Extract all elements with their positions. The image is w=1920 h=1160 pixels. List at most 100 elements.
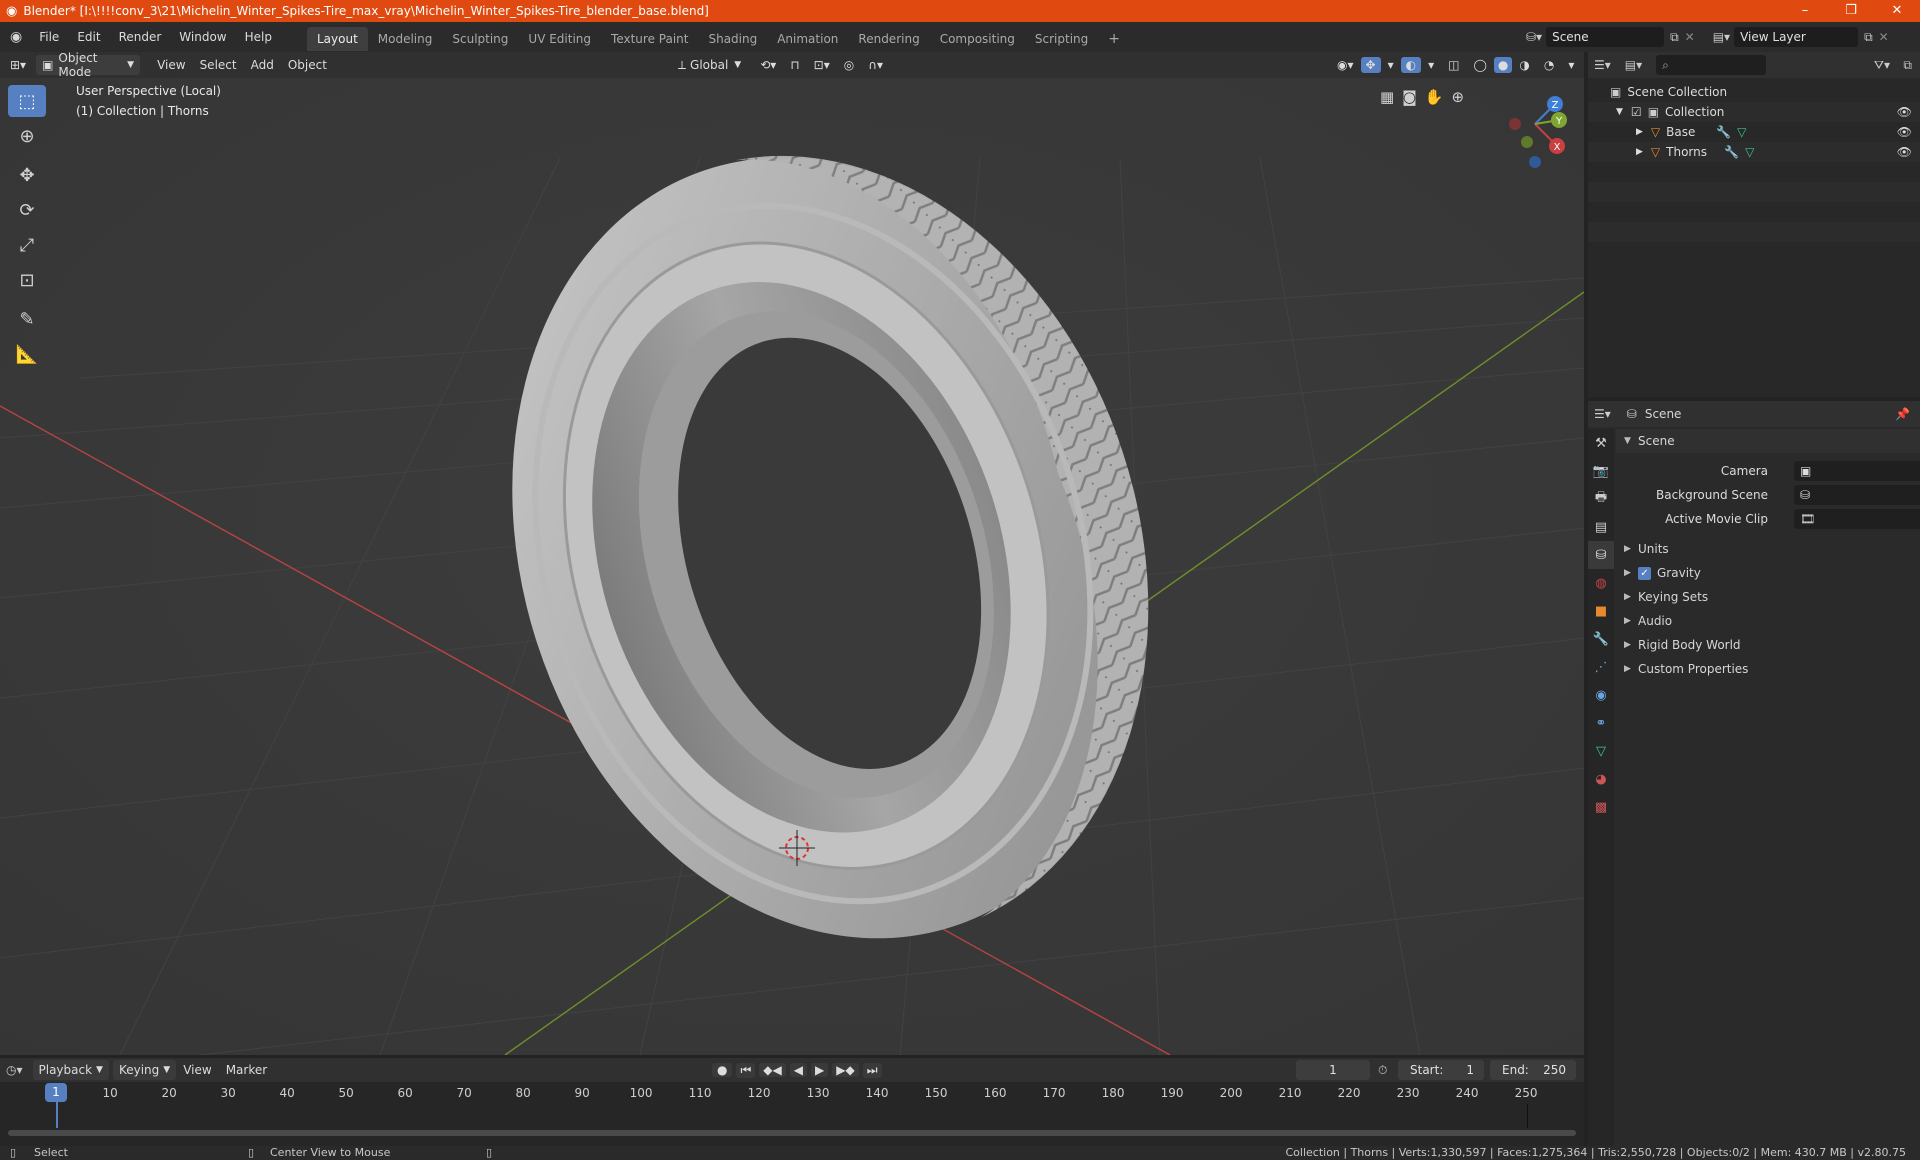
end-frame-field[interactable]: End: 250	[1490, 1060, 1576, 1080]
pin-icon[interactable]: 📌	[1895, 407, 1910, 421]
xray-icon[interactable]: ◫	[1441, 58, 1466, 72]
properties-editor-type-icon[interactable]: ☰▾	[1594, 407, 1611, 421]
expand-arrow-icon[interactable]: ▼	[1616, 107, 1623, 117]
particles-tab[interactable]: ⋰	[1588, 653, 1614, 681]
start-frame-field[interactable]: Start: 1	[1398, 1060, 1484, 1080]
eye-icon[interactable]: 👁	[1897, 145, 1912, 159]
camera-field[interactable]: ▣ ✐	[1794, 461, 1920, 481]
tab-uv-editing[interactable]: UV Editing	[518, 27, 601, 51]
gravity-panel-header[interactable]: ▶ ✓ Gravity	[1616, 561, 1920, 585]
tool-tab[interactable]: ⚒	[1588, 429, 1614, 457]
menu-window[interactable]: Window	[170, 22, 235, 52]
rigid-body-world-panel-header[interactable]: ▶ Rigid Body World	[1616, 633, 1920, 657]
tab-sculpting[interactable]: Sculpting	[442, 27, 518, 51]
eye-icon[interactable]: 👁	[1897, 105, 1912, 119]
view-layer-icon[interactable]: ▤▾	[1713, 30, 1730, 44]
mesh-data-icon[interactable]: ▽	[1737, 125, 1746, 139]
physics-tab[interactable]: ◉	[1588, 681, 1614, 709]
jump-start-icon[interactable]: ⏮	[736, 1062, 756, 1078]
overlay-toggle-icon[interactable]: ◐	[1400, 57, 1422, 73]
expand-arrow-icon[interactable]: ▶	[1636, 127, 1643, 137]
tab-shading[interactable]: Shading	[698, 27, 767, 51]
constraints-tab[interactable]: ⚭	[1588, 709, 1614, 737]
blender-menu-icon[interactable]: ◉	[0, 29, 30, 45]
outliner-editor-type-icon[interactable]: ☰▾	[1594, 58, 1611, 72]
material-shading-icon[interactable]: ◑	[1512, 58, 1536, 72]
select-box-tool[interactable]: ⬚	[8, 85, 46, 117]
restore-button[interactable]: ❐	[1828, 0, 1874, 22]
tab-modeling[interactable]: Modeling	[368, 27, 443, 51]
timeline-menu-marker[interactable]: Marker	[219, 1063, 274, 1077]
delete-view-layer-icon[interactable]: ✕	[1879, 30, 1889, 44]
snap-target-icon[interactable]: ⊡▾	[807, 58, 837, 72]
playhead-frame-marker[interactable]: 1	[45, 1083, 67, 1102]
scene-icon[interactable]: ⛁▾	[1526, 30, 1542, 44]
menu-render[interactable]: Render	[110, 22, 171, 52]
render-tab[interactable]: 📷	[1588, 457, 1614, 485]
modifier-wrench-icon[interactable]: 🔧	[1724, 145, 1739, 159]
world-tab[interactable]: ◍	[1588, 569, 1614, 597]
menu-edit[interactable]: Edit	[68, 22, 109, 52]
timeline-scrollbar[interactable]	[8, 1130, 1576, 1136]
timeline-menu-view[interactable]: View	[176, 1063, 218, 1077]
visibility-icon[interactable]: ◉▾	[1330, 58, 1361, 72]
active-movie-clip-field[interactable]: 🎞	[1794, 509, 1920, 529]
transform-tool[interactable]: ⊡	[8, 264, 46, 296]
overlay-dropdown-icon[interactable]: ▾	[1421, 58, 1441, 72]
tab-layout[interactable]: Layout	[306, 26, 368, 51]
close-button[interactable]: ✕	[1874, 0, 1920, 22]
outliner-search-input[interactable]: ⌕	[1656, 55, 1767, 75]
viewport-menu-object[interactable]: Object	[281, 58, 334, 72]
shading-dropdown-icon[interactable]: ▾	[1561, 58, 1581, 72]
keying-sets-panel-header[interactable]: ▶ Keying Sets	[1616, 585, 1920, 609]
record-icon[interactable]: ●	[712, 1063, 733, 1077]
minimize-button[interactable]: –	[1782, 0, 1828, 22]
next-keyframe-icon[interactable]: ▶◆	[832, 1063, 859, 1077]
filter-icon[interactable]: ⛛▾	[1874, 58, 1890, 73]
modifier-wrench-icon[interactable]: 🔧	[1716, 125, 1731, 139]
menu-file[interactable]: File	[30, 22, 68, 52]
grid-view-icon[interactable]: ▦	[1380, 88, 1394, 106]
new-scene-icon[interactable]: ⧉	[1670, 30, 1679, 45]
scene-tab[interactable]: ⛁	[1588, 541, 1614, 569]
viewport-menu-view[interactable]: View	[150, 58, 192, 72]
view-layer-selector[interactable]: View Layer	[1734, 27, 1859, 47]
gizmo-toggle-icon[interactable]: ✥	[1360, 57, 1381, 73]
eye-icon[interactable]: 👁	[1897, 125, 1912, 139]
texture-tab[interactable]: ▩	[1588, 793, 1614, 821]
scale-tool[interactable]: ⤢	[8, 229, 46, 261]
add-workspace-button[interactable]: +	[1098, 27, 1130, 51]
checkbox-icon[interactable]: ☑	[1631, 105, 1642, 119]
rotate-tool[interactable]: ⟳	[8, 194, 46, 226]
editor-type-button[interactable]: ⊞▾	[4, 55, 32, 75]
playback-menu[interactable]: Playback ▼	[32, 1060, 109, 1080]
wireframe-shading-icon[interactable]: ◯	[1466, 58, 1493, 72]
play-reverse-icon[interactable]: ◀	[789, 1063, 807, 1077]
rendered-shading-icon[interactable]: ◔	[1537, 58, 1561, 72]
tab-animation[interactable]: Animation	[767, 27, 848, 51]
proportional-edit-icon[interactable]: ◎	[837, 58, 861, 72]
falloff-icon[interactable]: ∩▾	[861, 58, 890, 72]
new-view-layer-icon[interactable]: ⧉	[1864, 30, 1873, 45]
menu-help[interactable]: Help	[236, 22, 281, 52]
gizmo-neg-y-icon[interactable]	[1521, 136, 1533, 148]
viewport-menu-add[interactable]: Add	[244, 58, 281, 72]
measure-tool[interactable]: 📐	[8, 338, 46, 370]
timeline-editor-type-icon[interactable]: ◷▾	[0, 1063, 29, 1077]
expand-arrow-icon[interactable]: ▶	[1636, 147, 1643, 157]
zoom-icon[interactable]: ⊕	[1451, 88, 1464, 106]
tab-texture-paint[interactable]: Texture Paint	[601, 27, 698, 51]
prev-keyframe-icon[interactable]: ◆◀	[759, 1063, 786, 1077]
annotate-tool[interactable]: ✎	[8, 303, 46, 335]
solid-shading-icon[interactable]: ●	[1493, 57, 1513, 73]
gravity-checkbox[interactable]: ✓	[1638, 566, 1651, 580]
3d-viewport[interactable]: Z X Y User Perspective (Local) (1) Colle…	[0, 78, 1584, 1055]
move-tool[interactable]: ✥	[8, 159, 46, 191]
keying-menu[interactable]: Keying ▼	[112, 1060, 177, 1080]
jump-end-icon[interactable]: ⏭	[862, 1062, 882, 1078]
outliner-row-collection[interactable]: ▼ ☑ ▣ Collection 👁	[1588, 102, 1920, 122]
gizmo-dropdown-icon[interactable]: ▾	[1381, 58, 1401, 72]
outliner-row-base[interactable]: ▶ ▽ Base 🔧 ▽ 👁	[1588, 122, 1920, 142]
snap-icon[interactable]: ⊓	[783, 58, 806, 72]
data-tab[interactable]: ▽	[1588, 737, 1614, 765]
